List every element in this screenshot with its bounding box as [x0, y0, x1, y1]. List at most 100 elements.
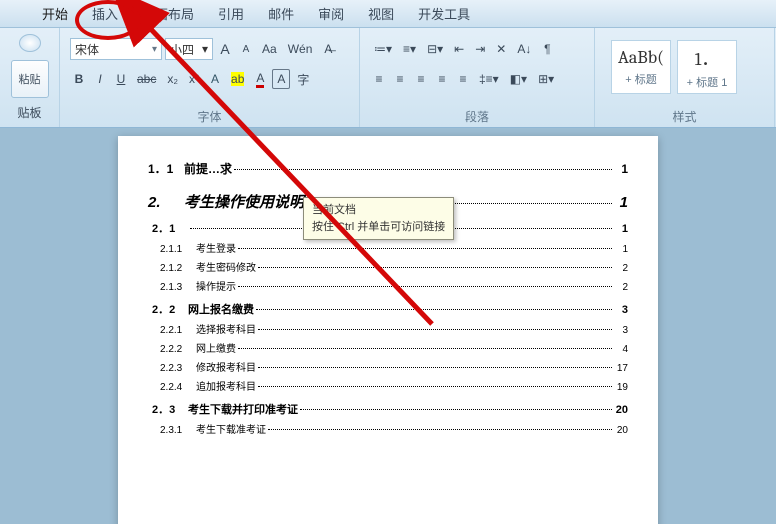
toc-text: 考生下载并打印准考证 [188, 401, 298, 417]
toc-leader [268, 429, 612, 430]
align-right-button[interactable]: ≡ [412, 69, 430, 89]
char-border-button[interactable]: A [272, 69, 290, 89]
font-color-button[interactable]: A [251, 69, 269, 89]
tab-insert[interactable]: 插入 [80, 0, 130, 27]
align-center-button[interactable]: ≡ [391, 69, 409, 89]
quick-access-icon[interactable] [19, 34, 41, 52]
toc-text: 前提…求 [184, 160, 232, 177]
toc-entry[interactable]: 1．1前提…求 1 [148, 160, 628, 177]
toc-leader [258, 267, 612, 268]
group-clipboard: 粘贴 贴板 [0, 28, 60, 127]
tab-mail[interactable]: 邮件 [256, 0, 306, 27]
clear-format-button[interactable]: A̶ [319, 39, 337, 59]
asian-layout-button[interactable]: 字 [293, 69, 313, 89]
decrease-indent-button[interactable]: ⇤ [450, 39, 468, 59]
toc-page: 1 [614, 244, 628, 255]
toc-text: 选择报考科目 [196, 321, 256, 336]
toc-entry[interactable]: 2．3考生下载并打印准考证20 [152, 401, 628, 417]
align-justify-button[interactable]: ≡ [433, 69, 451, 89]
toc-leader [258, 329, 612, 330]
toc-entry[interactable]: 2.2.1选择报考科目 3 [160, 321, 628, 336]
toc-entry[interactable]: 2.2.4追加报考科目19 [160, 378, 628, 393]
toc-number: 2．3 [152, 401, 188, 417]
toc-number: 2.1.2 [160, 263, 196, 274]
bold-button[interactable]: B [70, 69, 88, 89]
toc-entry[interactable]: 2.2.3修改报考科目 17 [160, 359, 628, 374]
toc-entry[interactable]: 2.1.2考生密码修改2 [160, 259, 628, 274]
tab-references[interactable]: 引用 [206, 0, 256, 27]
toc-number: 2.2.1 [160, 325, 196, 336]
toc-leader [256, 309, 612, 310]
grow-font-button[interactable]: A [216, 39, 234, 59]
increase-indent-button[interactable]: ⇥ [471, 39, 489, 59]
toc-page: 4 [614, 344, 628, 355]
toc-page: 1 [614, 162, 628, 176]
numbering-button[interactable]: ≡▾ [399, 39, 420, 59]
toc-entry[interactable]: 2.3.1考生下载准考证20 [160, 421, 628, 436]
group-paragraph-label: 段落 [370, 106, 584, 125]
text-direction-button[interactable]: ✕ [492, 39, 510, 59]
shading-button[interactable]: ◧▾ [506, 69, 531, 89]
toc-page: 17 [614, 363, 628, 374]
paste-button[interactable]: 粘贴 [11, 60, 49, 98]
document-area[interactable]: 1．1前提…求12.考生操作使用说明12．112.1.1考生登录12.1.2考生… [0, 128, 776, 524]
toc-leader [300, 409, 612, 410]
tooltip-line1: 当前文档 [312, 202, 445, 219]
toc-text: 修改报考科目 [196, 359, 256, 374]
align-distribute-button[interactable]: ≡ [454, 69, 472, 89]
toc-page: 3 [614, 325, 628, 336]
toc-page: 2 [614, 282, 628, 293]
font-size-select[interactable]: 小四▾ [165, 38, 213, 60]
align-left-button[interactable]: ≡ [370, 69, 388, 89]
menu-bar: 开始 插入 页面布局 引用 邮件 审阅 视图 开发工具 [0, 0, 776, 28]
strike-button[interactable]: abc [133, 69, 160, 89]
toc-entry[interactable]: 2．2网上报名缴费3 [152, 301, 628, 317]
tab-view[interactable]: 视图 [356, 0, 406, 27]
multilevel-button[interactable]: ⊟▾ [423, 39, 447, 59]
dropdown-icon: ▾ [202, 42, 208, 56]
toc-text: 考生密码修改 [196, 259, 256, 274]
change-case-button[interactable]: Aa [258, 39, 281, 59]
toc-number: 2.2.2 [160, 344, 196, 355]
text-effect-button[interactable]: A [206, 69, 224, 89]
italic-button[interactable]: I [91, 69, 109, 89]
toc-page: 20 [614, 425, 628, 436]
tooltip-line2: 按住 Ctrl 并单击可访问链接 [312, 219, 445, 236]
group-font-label: 字体 [70, 106, 349, 125]
style-card-title[interactable]: AaBb( + 标题 [611, 40, 671, 94]
toc-leader [258, 386, 612, 387]
bullets-button[interactable]: ≔▾ [370, 39, 396, 59]
highlight-button[interactable]: ab [227, 69, 248, 89]
toc-text: 考生操作使用说明 [184, 191, 304, 212]
toc-entry[interactable]: 2.1.1考生登录1 [160, 240, 628, 255]
tab-developer[interactable]: 开发工具 [406, 0, 482, 27]
toc-text: 网上报名缴费 [188, 301, 254, 317]
toc-page: 19 [614, 382, 628, 393]
tab-pagelayout[interactable]: 页面布局 [130, 0, 206, 27]
subscript-button[interactable]: x₂ [163, 69, 182, 89]
toc-text: 追加报考科目 [196, 378, 256, 393]
line-spacing-button[interactable]: ‡≡▾ [475, 69, 503, 89]
shrink-font-button[interactable]: A [237, 39, 255, 59]
toc-number: 2.1.1 [160, 244, 196, 255]
toc-number: 2. [148, 194, 184, 211]
superscript-button[interactable]: x² [185, 69, 203, 89]
toc-entry[interactable]: 2.2.2网上缴费4 [160, 340, 628, 355]
toc-entry[interactable]: 2.1.3操作提示2 [160, 278, 628, 293]
toc-number: 2.1.3 [160, 282, 196, 293]
hyperlink-tooltip: 当前文档 按住 Ctrl 并单击可访问链接 [303, 197, 454, 240]
borders-button[interactable]: ⊞▾ [534, 69, 558, 89]
show-marks-button[interactable]: ¶ [538, 39, 556, 59]
toc-text: 考生下载准考证 [196, 421, 266, 436]
underline-button[interactable]: U [112, 69, 130, 89]
toc-leader [238, 348, 612, 349]
toc-page: 1 [614, 194, 628, 211]
tab-home[interactable]: 开始 [30, 0, 80, 27]
toc-number: 2.2.3 [160, 363, 196, 374]
phonetic-guide-button[interactable]: Wén [284, 39, 317, 59]
sort-button[interactable]: A↓ [513, 39, 535, 59]
toc-number: 1．1 [148, 160, 184, 177]
font-name-select[interactable]: 宋体▾ [70, 38, 162, 60]
tab-review[interactable]: 审阅 [306, 0, 356, 27]
style-card-heading1[interactable]: 1． + 标题 1 [677, 40, 737, 94]
